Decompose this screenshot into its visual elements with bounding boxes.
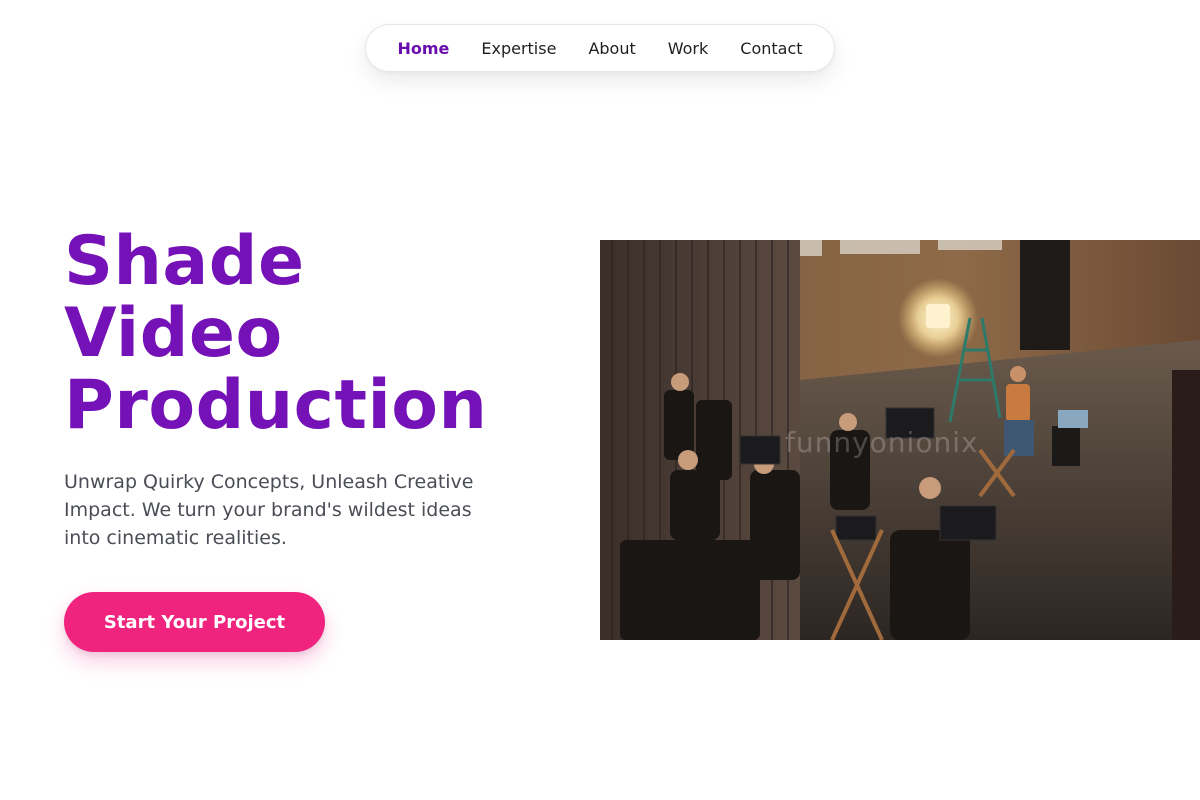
hero-title-line: Video: [64, 294, 283, 373]
photo-watermark: funnyonionix: [785, 426, 979, 459]
nav-link-work[interactable]: Work: [668, 39, 709, 58]
hero-title: Shade Video Production: [64, 226, 487, 442]
hero-photo: funnyonionix: [600, 240, 1200, 640]
hero-title-line: Shade: [64, 222, 305, 301]
page: Home Expertise About Work Contact Shade …: [0, 0, 1200, 800]
start-project-button[interactable]: Start Your Project: [64, 592, 325, 652]
nav-link-contact[interactable]: Contact: [740, 39, 802, 58]
nav-link-about[interactable]: About: [588, 39, 635, 58]
hero-subtitle: Unwrap Quirky Concepts, Unleash Creative…: [64, 471, 474, 549]
nav-link-expertise[interactable]: Expertise: [481, 39, 556, 58]
hero-title-line: Production: [64, 366, 488, 445]
nav-link-home[interactable]: Home: [397, 39, 449, 58]
main-nav: Home Expertise About Work Contact: [365, 24, 835, 72]
